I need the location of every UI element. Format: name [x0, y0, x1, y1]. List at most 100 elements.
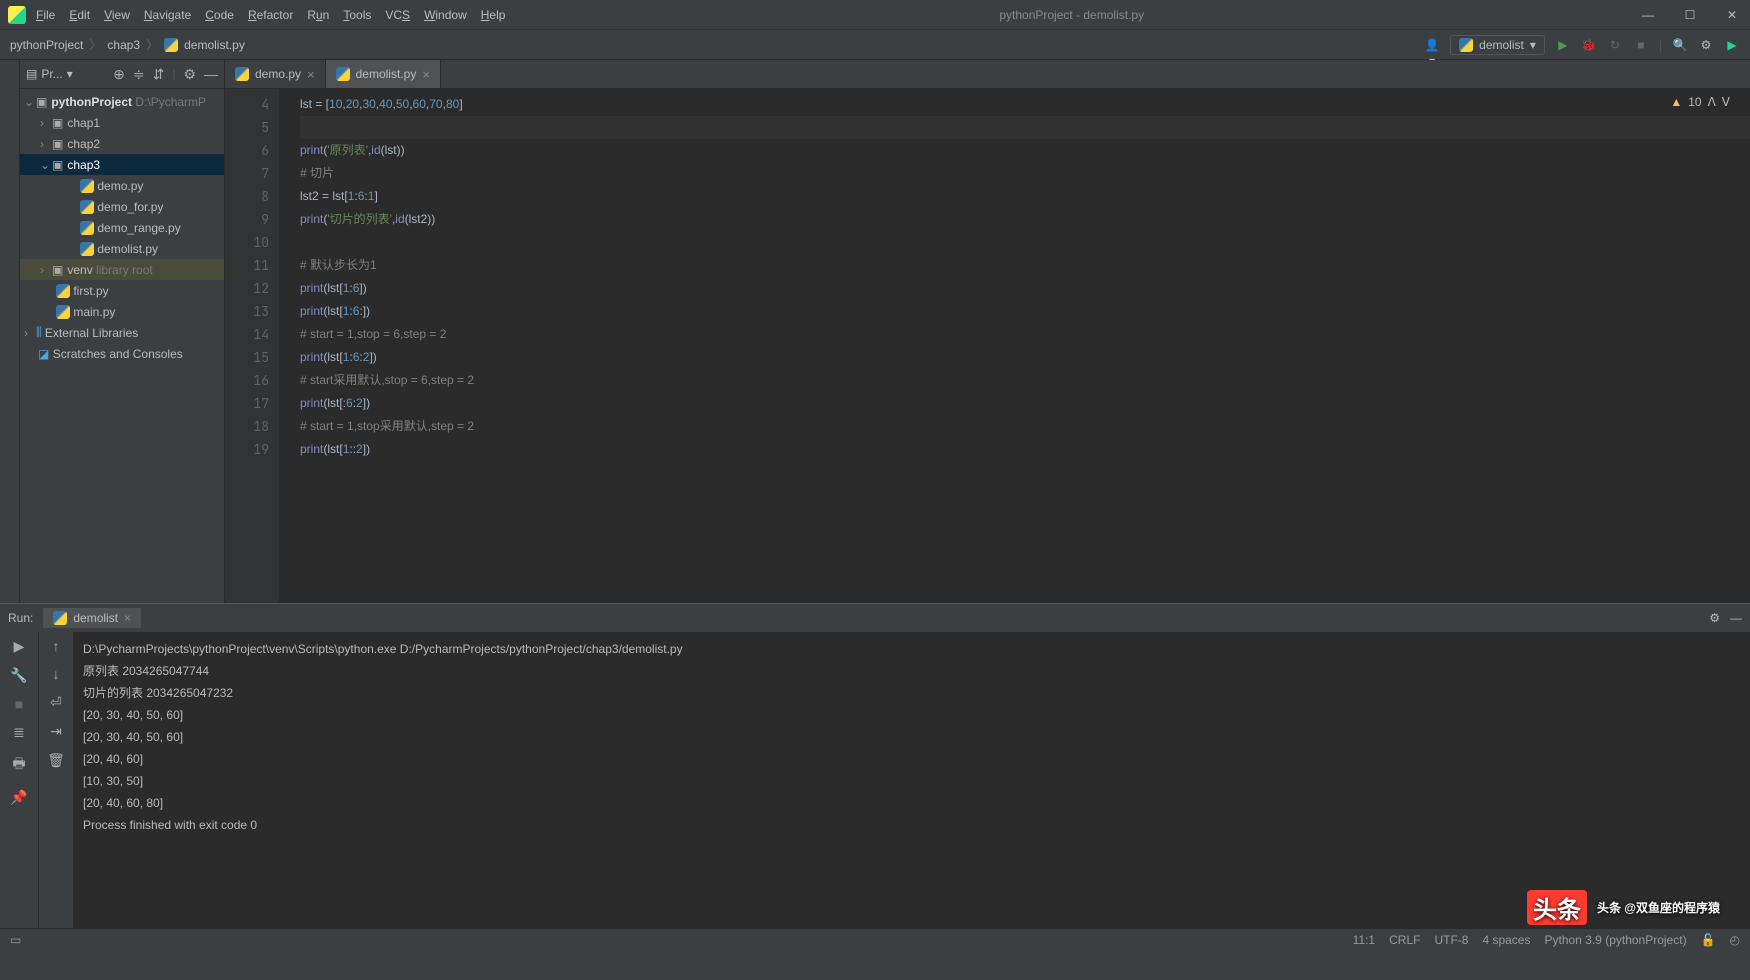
tree-folder-venv[interactable]: ›▣venv library root — [20, 259, 224, 280]
menu-help[interactable]: Help — [481, 8, 506, 22]
gear-icon[interactable]: ⚙ — [1709, 611, 1720, 625]
python-file-icon — [56, 305, 70, 319]
python-file-icon — [164, 38, 178, 52]
tree-folder-chap2[interactable]: ›▣chap2 — [20, 133, 224, 154]
python-file-icon — [80, 242, 94, 256]
close-icon[interactable]: × — [124, 611, 131, 625]
code-with-me-icon[interactable]: ▶ — [1724, 37, 1740, 53]
tree-external-libraries[interactable]: ›⫼ External Libraries — [20, 322, 224, 343]
tree-scratches[interactable]: ◪ Scratches and Consoles — [20, 343, 224, 364]
status-indent[interactable]: 4 spaces — [1482, 933, 1530, 947]
window-title: pythonProject - demolist.py — [505, 8, 1638, 22]
search-icon[interactable]: 🔍 — [1672, 37, 1688, 53]
project-panel: ▤ Pr... ▾ ⊕ ≑ ⇵ | ⚙ — ⌄▣pythonProject D:… — [20, 60, 225, 603]
scroll-end-icon[interactable]: ⇥ — [50, 723, 62, 740]
menu-file[interactable]: File — [36, 8, 55, 22]
gutter: 45678910111213141516171819 — [225, 89, 280, 603]
gear-icon[interactable]: ⚙ — [1698, 37, 1714, 53]
tree-file-demo[interactable]: demo.py — [20, 175, 224, 196]
chevron-down-icon[interactable]: ᐯ — [1722, 95, 1730, 109]
python-file-icon — [80, 200, 94, 214]
chevron-up-icon[interactable]: ᐱ — [1708, 95, 1716, 109]
event-log-icon[interactable]: ▭ — [10, 933, 21, 947]
python-file-icon — [235, 67, 249, 81]
breadcrumb-folder[interactable]: chap3 — [107, 38, 140, 52]
menu-run[interactable]: Run — [307, 8, 329, 22]
gear-icon[interactable]: ⚙ — [183, 66, 196, 83]
project-tool-label[interactable]: Pr... — [41, 67, 62, 81]
run-panel: Run: demolist × ⚙ — ▶ 🔧 ■ ≣ 🖶 📌 ↑ ↓ ⏎ ⇥ … — [0, 603, 1750, 928]
wrench-icon[interactable]: 🔧 — [10, 667, 27, 684]
run-tab-demolist[interactable]: demolist × — [43, 608, 141, 628]
menu-view[interactable]: View — [104, 8, 130, 22]
hide-icon[interactable]: — — [204, 66, 218, 82]
stop-button[interactable]: ■ — [1633, 37, 1649, 53]
soft-wrap-icon[interactable]: ⏎ — [50, 694, 62, 711]
editor-body[interactable]: 45678910111213141516171819 lst = [10,20,… — [225, 89, 1750, 603]
print-icon[interactable]: 🖶 — [12, 753, 25, 777]
status-caret-pos[interactable]: 11:1 — [1353, 933, 1375, 947]
notification-icon[interactable]: ◴ — [1730, 933, 1740, 947]
status-encoding[interactable]: UTF-8 — [1434, 933, 1468, 947]
status-line-sep[interactable]: CRLF — [1389, 933, 1420, 947]
title-bar: File Edit View Navigate Code Refactor Ru… — [0, 0, 1750, 30]
locate-icon[interactable]: ⊕ — [113, 66, 125, 83]
menu-vcs[interactable]: VCS — [385, 8, 410, 22]
minimize-button[interactable]: ― — [1638, 8, 1658, 22]
python-file-icon — [80, 221, 94, 235]
chevron-down-icon[interactable]: ▾ — [67, 67, 73, 81]
breadcrumb: pythonProject 〉 chap3 〉 demolist.py — [10, 36, 245, 53]
lock-icon[interactable]: 🔓 — [1701, 933, 1716, 947]
console-output[interactable]: D:\PycharmProjects\pythonProject\venv\Sc… — [73, 632, 1750, 928]
menu-tools[interactable]: Tools — [343, 8, 371, 22]
python-file-icon — [1459, 38, 1473, 52]
menu-edit[interactable]: Edit — [69, 8, 90, 22]
python-file-icon — [56, 284, 70, 298]
pin-icon[interactable]: 📌 — [10, 789, 27, 806]
menu-window[interactable]: Window — [424, 8, 467, 22]
tree-file-main[interactable]: main.py — [20, 301, 224, 322]
run-label: Run: — [8, 611, 33, 625]
menu-navigate[interactable]: Navigate — [144, 8, 191, 22]
layout-icon[interactable]: ≣ — [13, 724, 25, 741]
debug-button[interactable]: 🐞 — [1581, 37, 1597, 53]
up-icon[interactable]: ↑ — [53, 638, 60, 654]
run-config-selector[interactable]: demolist ▾ — [1450, 35, 1545, 55]
tab-demolist[interactable]: demolist.py× — [326, 60, 441, 88]
run-coverage-button[interactable]: ↻ — [1607, 37, 1623, 53]
run-body: ▶ 🔧 ■ ≣ 🖶 📌 ↑ ↓ ⏎ ⇥ 🗑 D:\PycharmProjects… — [0, 632, 1750, 928]
inspection-widget[interactable]: ▲ 10 ᐱ ᐯ — [1670, 95, 1730, 109]
tree-file-demo-for[interactable]: demo_for.py — [20, 196, 224, 217]
run-button[interactable]: ▶ — [1555, 37, 1571, 53]
tab-demo[interactable]: demo.py× — [225, 60, 326, 88]
stop-button[interactable]: ■ — [15, 696, 23, 712]
collapse-all-icon[interactable]: ⇵ — [153, 66, 165, 83]
tree-file-first[interactable]: first.py — [20, 280, 224, 301]
status-sdk[interactable]: Python 3.9 (pythonProject) — [1544, 933, 1686, 947]
chevron-down-icon: ▾ — [1530, 38, 1536, 52]
breadcrumb-root[interactable]: pythonProject — [10, 38, 83, 52]
add-user-icon[interactable]: 👤▾ — [1424, 37, 1440, 53]
tree-folder-chap3[interactable]: ⌄▣chap3 — [20, 154, 224, 175]
close-icon[interactable]: × — [307, 67, 315, 82]
tree-folder-chap1[interactable]: ›▣chap1 — [20, 112, 224, 133]
code-area[interactable]: lst = [10,20,30,40,50,60,70,80]print('原列… — [280, 89, 1750, 603]
breadcrumb-file[interactable]: demolist.py — [184, 38, 245, 52]
menu-refactor[interactable]: Refactor — [248, 8, 293, 22]
run-tabs: Run: demolist × ⚙ — — [0, 604, 1750, 632]
expand-all-icon[interactable]: ≑ — [133, 66, 145, 83]
tree-root[interactable]: ⌄▣pythonProject D:\PycharmP — [20, 91, 224, 112]
trash-icon[interactable]: 🗑 — [47, 752, 65, 769]
close-button[interactable]: ✕ — [1722, 8, 1742, 22]
chevron-right-icon: 〉 — [146, 36, 158, 53]
rerun-button[interactable]: ▶ — [14, 638, 25, 655]
run-config-name: demolist — [1479, 38, 1524, 52]
hide-icon[interactable]: — — [1730, 611, 1742, 625]
main-area: ▤ Pr... ▾ ⊕ ≑ ⇵ | ⚙ — ⌄▣pythonProject D:… — [0, 60, 1750, 603]
down-icon[interactable]: ↓ — [53, 666, 60, 682]
menu-code[interactable]: Code — [205, 8, 234, 22]
close-icon[interactable]: × — [422, 67, 430, 82]
tree-file-demolist[interactable]: demolist.py — [20, 238, 224, 259]
maximize-button[interactable]: ☐ — [1680, 8, 1700, 22]
tree-file-demo-range[interactable]: demo_range.py — [20, 217, 224, 238]
